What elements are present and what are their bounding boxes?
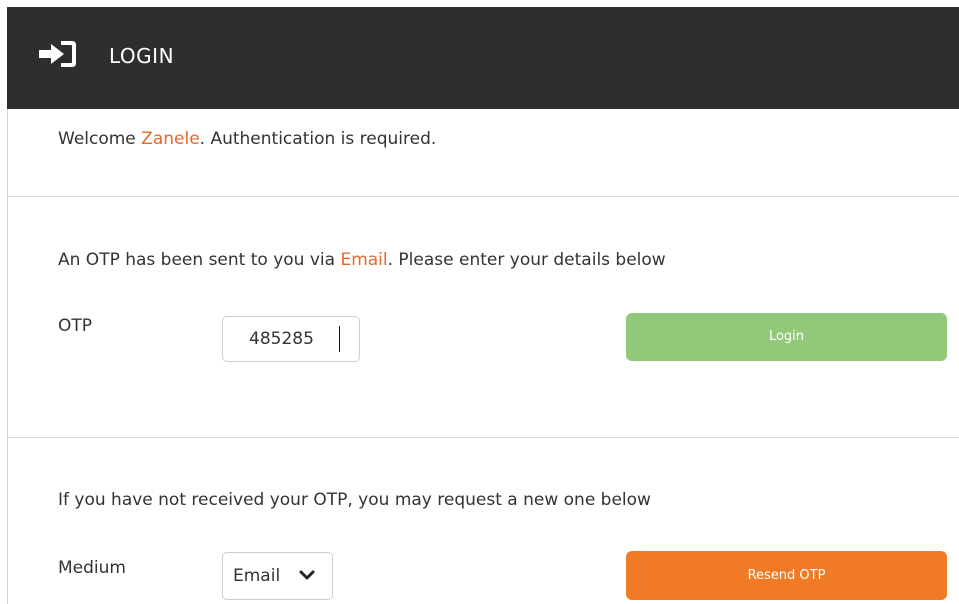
chevron-down-icon xyxy=(299,570,315,580)
section-divider xyxy=(8,196,959,197)
resend-otp-button[interactable]: Resend OTP xyxy=(626,551,947,600)
login-panel: Welcome Zanele. Authentication is requir… xyxy=(7,109,959,604)
resend-instruction: If you have not received your OTP, you m… xyxy=(58,490,651,510)
welcome-prefix: Welcome xyxy=(58,129,142,149)
section-divider xyxy=(8,437,959,438)
login-page: LOGIN Welcome Zanele. Authentication is … xyxy=(0,0,959,604)
otp-channel: Email xyxy=(340,250,388,270)
medium-select-value: Email xyxy=(233,566,281,586)
login-button[interactable]: Login xyxy=(626,313,947,361)
otp-input-wrapper xyxy=(222,316,360,362)
welcome-message: Welcome Zanele. Authentication is requir… xyxy=(58,129,436,149)
welcome-suffix: . Authentication is required. xyxy=(199,129,437,149)
text-caret xyxy=(339,326,340,352)
medium-select[interactable]: Email xyxy=(222,552,333,600)
medium-label: Medium xyxy=(58,558,126,578)
sign-in-icon xyxy=(39,41,76,67)
otp-sent-message: An OTP has been sent to you via Email. P… xyxy=(58,250,666,270)
user-name: Zanele xyxy=(141,129,200,149)
login-header: LOGIN xyxy=(7,7,959,109)
otp-sent-prefix: An OTP has been sent to you via xyxy=(58,250,341,270)
otp-label: OTP xyxy=(58,316,93,336)
header-title: LOGIN xyxy=(109,44,175,68)
otp-sent-suffix: . Please enter your details below xyxy=(387,250,666,270)
